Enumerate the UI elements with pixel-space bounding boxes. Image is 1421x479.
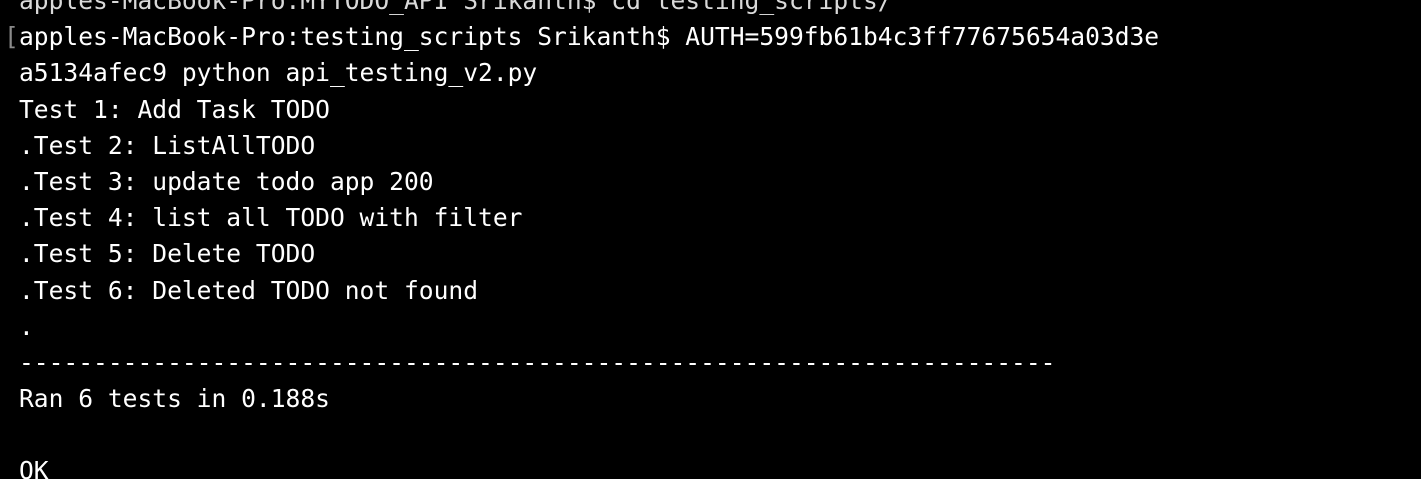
clipped-command-line: apples-MacBook-Pro:MYTODO_API Srikanth$ …: [19, 0, 893, 15]
separator-line: ----------------------------------------…: [19, 347, 1056, 377]
test-1-output: Test 1: Add Task TODO: [19, 94, 330, 124]
test-2-output: .Test 2: ListAllTODO: [19, 130, 316, 160]
test-4-output: .Test 4: list all TODO with filter: [19, 203, 523, 233]
test-3-output: .Test 3: update todo app 200: [19, 166, 434, 196]
terminal-window[interactable]: [ apples-MacBook-Pro:MYTODO_API Srikanth…: [0, 0, 1421, 479]
terminal-output: apples-MacBook-Pro:MYTODO_API Srikanth$ …: [19, 0, 1159, 479]
test-5-output: .Test 5: Delete TODO: [19, 239, 316, 269]
test-result-ok: OK: [19, 456, 49, 479]
prompt-mark-bracket: [: [4, 22, 19, 51]
final-dot-output: .: [19, 311, 34, 341]
test-summary: Ran 6 tests in 0.188s: [19, 384, 330, 414]
test-6-output: .Test 6: Deleted TODO not found: [19, 275, 479, 305]
command-line-part-2: a5134afec9 python api_testing_v2.py: [19, 58, 538, 88]
command-line-part-1: apples-MacBook-Pro:testing_scripts Srika…: [19, 22, 1160, 52]
